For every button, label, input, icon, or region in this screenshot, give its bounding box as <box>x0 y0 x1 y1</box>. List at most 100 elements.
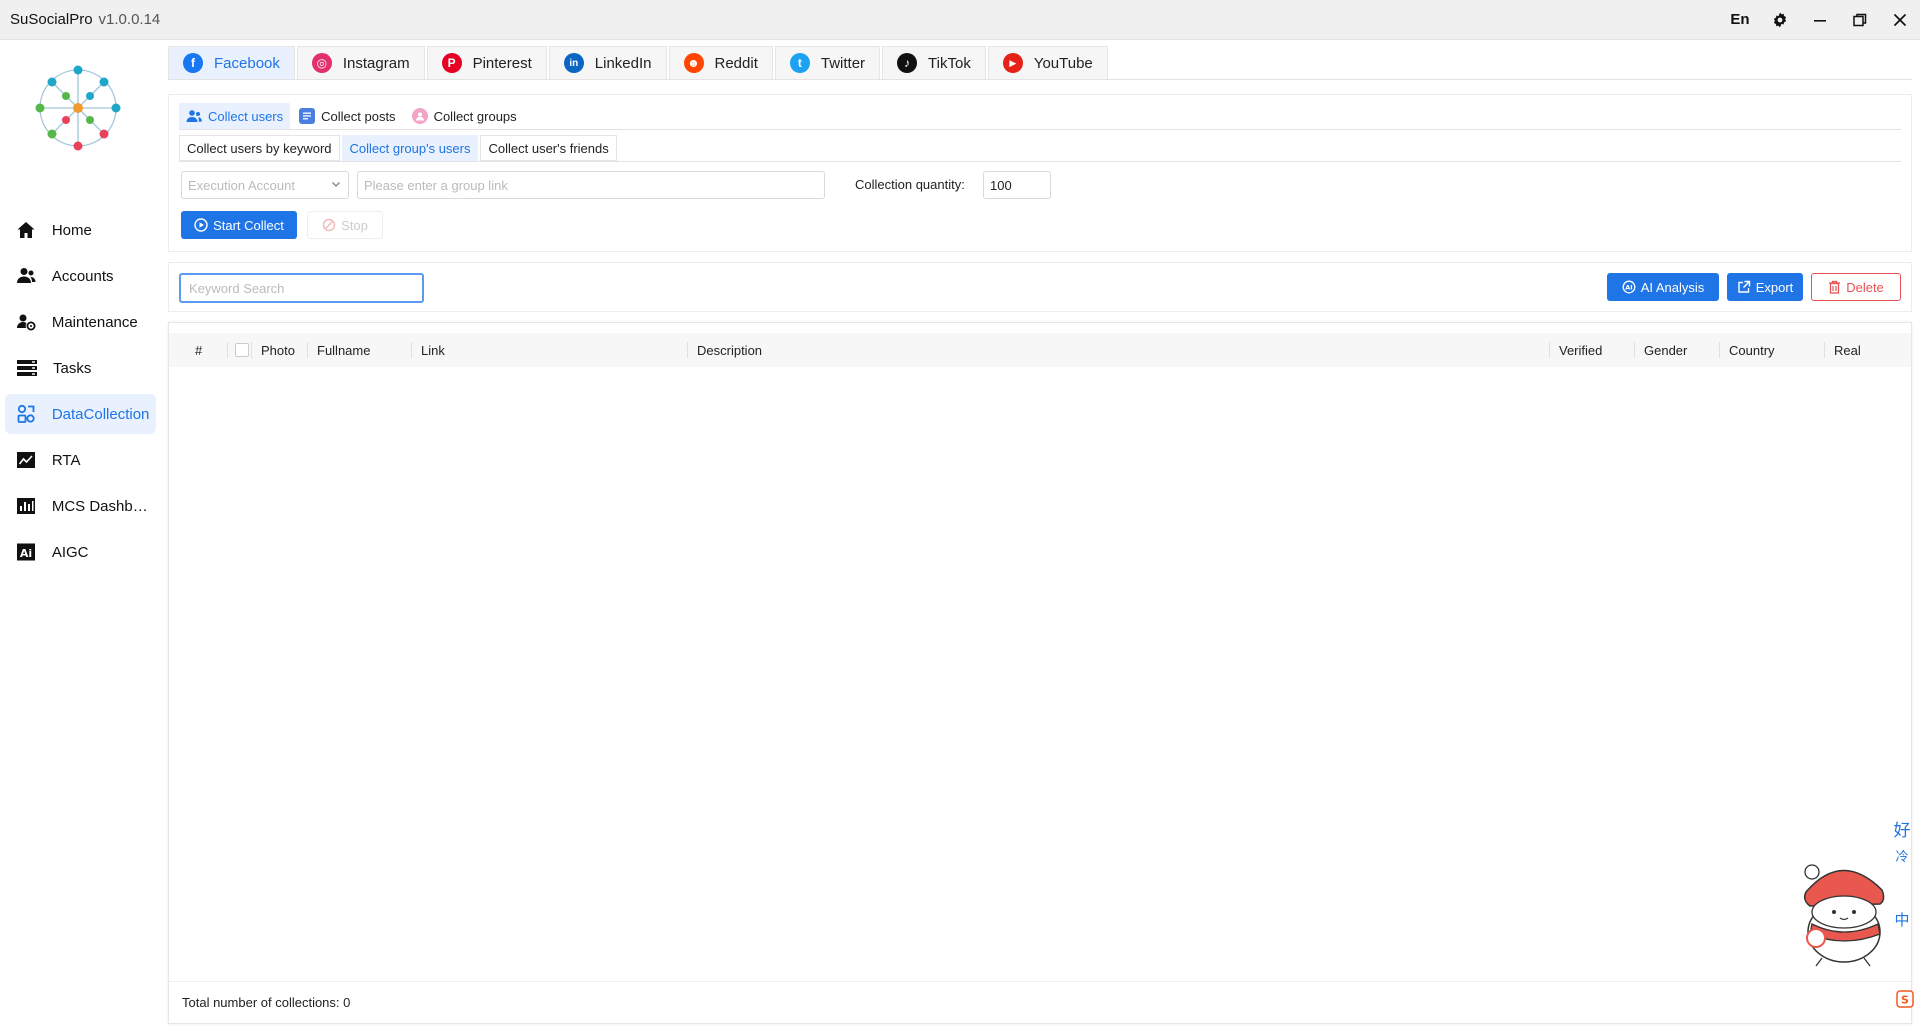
post-document-icon <box>299 108 316 124</box>
search-toolbar: AI AI Analysis Export Delete <box>168 262 1912 312</box>
mascot-sticker-icon <box>1803 864 1885 967</box>
app-version: v1.0.0.14 <box>98 11 161 28</box>
line-chart-icon <box>16 449 37 471</box>
ai-brain-icon: AI <box>1622 280 1636 294</box>
select-all-checkbox[interactable] <box>235 343 249 357</box>
export-icon <box>1737 280 1751 294</box>
tab-label: Instagram <box>342 54 410 72</box>
facebook-icon: f <box>183 53 203 73</box>
sidebar-item-rta[interactable]: RTA <box>5 440 156 480</box>
sidebar-item-accounts[interactable]: Accounts <box>5 256 156 296</box>
button-label: Delete <box>1846 279 1884 295</box>
column-gender[interactable]: Gender <box>1634 333 1687 367</box>
sogou-ime-icon[interactable]: S <box>1896 990 1914 1008</box>
column-real[interactable]: Real <box>1824 333 1861 367</box>
keyword-search-input[interactable] <box>179 273 424 303</box>
minimize-icon[interactable] <box>1800 0 1840 40</box>
users-icon <box>16 265 37 287</box>
table-footer: Total number of collections: 0 <box>169 981 1911 1023</box>
close-icon[interactable] <box>1880 0 1920 40</box>
tab-collect-groups[interactable]: Collect groups <box>405 103 524 129</box>
start-collect-button[interactable]: Start Collect <box>181 211 297 239</box>
sidebar-item-maintenance[interactable]: Maintenance <box>5 302 156 342</box>
svg-text:S: S <box>1901 994 1909 1007</box>
widget-char: 好 <box>1893 821 1911 840</box>
select-placeholder: Execution Account <box>188 177 295 193</box>
sidebar-item-label: Tasks <box>53 359 92 377</box>
collection-quantity-input[interactable] <box>983 171 1051 199</box>
sidebar-item-label: RTA <box>51 451 81 469</box>
stop-button[interactable]: Stop <box>307 211 383 239</box>
tab-label: YouTube <box>1033 54 1093 72</box>
home-icon <box>16 219 37 241</box>
reddit-icon: ☻ <box>683 53 704 73</box>
platform-tabs: f Facebook ◎ Instagram P Pinterest in Li… <box>168 46 1912 80</box>
tab-collect-posts[interactable]: Collect posts <box>292 103 402 129</box>
tab-instagram[interactable]: ◎ Instagram <box>296 46 425 79</box>
collect-panel: Collect users Collect posts Collect grou… <box>168 94 1912 252</box>
youtube-icon: ▶ <box>1002 53 1023 73</box>
restore-icon[interactable] <box>1840 0 1880 40</box>
data-collection-icon <box>16 403 37 425</box>
stop-ban-icon <box>322 218 336 232</box>
trash-icon <box>1828 280 1841 294</box>
tab-twitter[interactable]: t Twitter <box>774 46 881 79</box>
svg-text:AI: AI <box>1625 284 1632 292</box>
sidebar-item-label: Accounts <box>51 267 114 285</box>
tab-pinterest[interactable]: P Pinterest <box>426 46 547 79</box>
execution-account-select[interactable]: Execution Account <box>181 171 349 199</box>
tab-collect-group-users[interactable]: Collect group's users <box>341 135 479 161</box>
settings-gear-icon[interactable] <box>1760 0 1800 40</box>
select-all-checkbox-cell <box>227 333 249 367</box>
total-collections-count: Total number of collections: 0 <box>182 995 351 1010</box>
column-description[interactable]: Description <box>687 333 762 367</box>
tab-facebook[interactable]: f Facebook <box>168 46 295 79</box>
ai-analysis-button[interactable]: AI AI Analysis <box>1607 273 1719 301</box>
column-photo[interactable]: Photo <box>251 333 295 367</box>
export-button[interactable]: Export <box>1727 273 1803 301</box>
column-fullname[interactable]: Fullname <box>307 333 370 367</box>
table-header: # Photo Fullname Link Description Verifi… <box>169 333 1911 367</box>
widget-char: 中 <box>1894 912 1910 929</box>
bar-chart-icon <box>16 495 37 517</box>
sidebar-item-datacollection[interactable]: DataCollection <box>5 394 156 434</box>
column-country[interactable]: Country <box>1719 333 1775 367</box>
tab-label: LinkedIn <box>594 54 652 72</box>
sidebar-item-home[interactable]: Home <box>5 210 156 250</box>
user-gear-icon <box>16 311 37 333</box>
play-circle-icon <box>194 218 208 232</box>
tab-tiktok[interactable]: ♪ TikTok <box>882 46 986 79</box>
collect-mode-tabs: Collect users by keyword Collect group's… <box>179 135 619 161</box>
sidebar: Home Accounts Maintenance Tasks DataColl… <box>0 40 160 1032</box>
group-icon <box>411 108 428 124</box>
tab-linkedin[interactable]: in LinkedIn <box>548 46 667 79</box>
sidebar-item-mcs-dashboard[interactable]: MCS Dashboard <box>5 486 156 526</box>
widget-char: 冷 <box>1895 849 1909 864</box>
column-verified[interactable]: Verified <box>1549 333 1602 367</box>
pinterest-icon: P <box>441 53 462 73</box>
tab-label: Reddit <box>714 54 758 72</box>
group-link-input[interactable] <box>357 171 825 199</box>
column-link[interactable]: Link <box>411 333 445 367</box>
tab-label: Twitter <box>820 54 866 72</box>
collect-type-tabs: Collect users Collect posts Collect grou… <box>179 103 526 129</box>
tab-youtube[interactable]: ▶ YouTube <box>987 46 1108 79</box>
title-bar: SuSocialPro v1.0.0.14 En <box>0 0 1920 40</box>
side-floating-widget[interactable]: 好 冷 中 <box>1888 818 1916 934</box>
button-label: AI Analysis <box>1640 279 1705 295</box>
sidebar-item-aigc[interactable]: Ai AIGC <box>5 532 156 572</box>
delete-button[interactable]: Delete <box>1811 273 1901 301</box>
tab-reddit[interactable]: ☻ Reddit <box>668 46 773 79</box>
app-name: SuSocialPro <box>10 11 93 28</box>
tab-collect-users[interactable]: Collect users <box>179 103 291 129</box>
language-button[interactable]: En <box>1720 0 1760 40</box>
button-label: Export <box>1755 279 1794 295</box>
sidebar-nav: Home Accounts Maintenance Tasks DataColl… <box>5 210 156 578</box>
sidebar-item-tasks[interactable]: Tasks <box>5 348 156 388</box>
ai-icon: Ai <box>16 541 37 563</box>
tab-collect-user-friends[interactable]: Collect user's friends <box>480 135 617 161</box>
tab-label: TikTok <box>928 54 971 72</box>
tab-label: Collect groups <box>433 108 517 124</box>
collection-quantity-label: Collection quantity: <box>855 177 965 192</box>
tab-collect-by-keyword[interactable]: Collect users by keyword <box>179 135 340 161</box>
